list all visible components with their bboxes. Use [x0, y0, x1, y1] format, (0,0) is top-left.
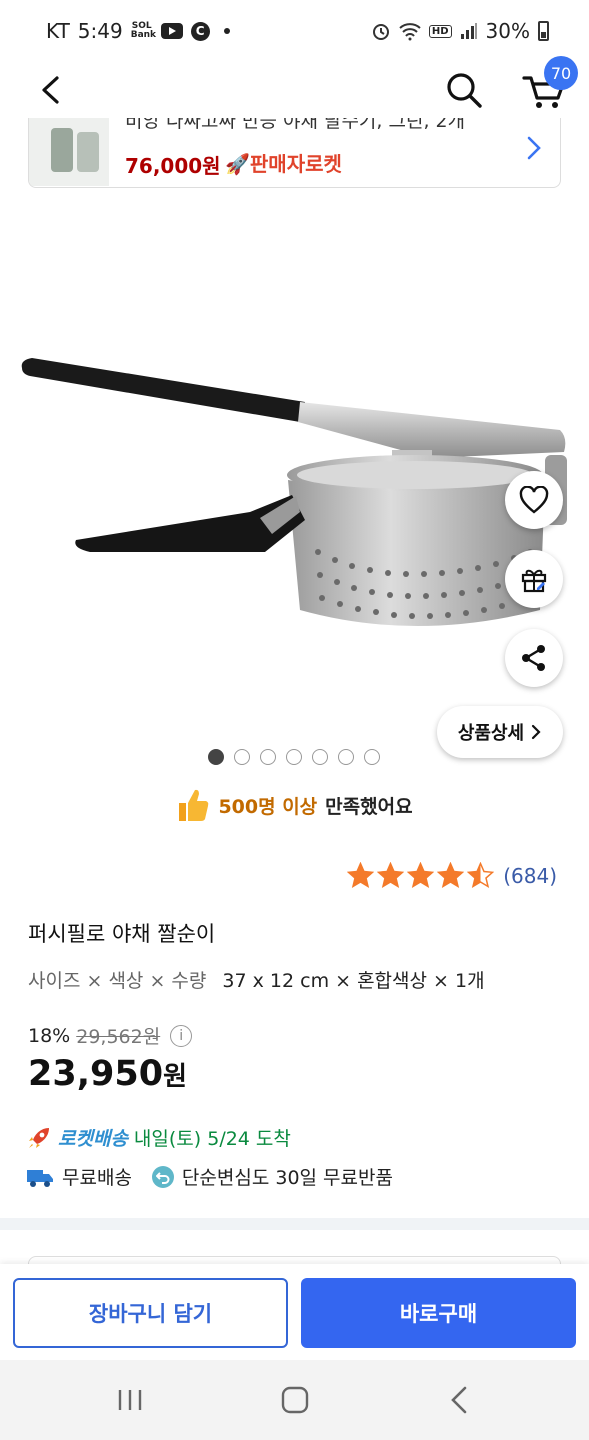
recommended-product-banner[interactable]: 비앙 다싸고싸 만능 야채 탈수기, 그린, 2개 76,000원 🚀판매자로켓 — [28, 118, 561, 188]
c-app-icon: C — [190, 21, 210, 41]
shipping-return-row: 무료배송 단순변심도 30일 무료반품 — [26, 1163, 393, 1190]
signal-icon — [460, 23, 477, 39]
wifi-icon — [399, 23, 421, 41]
product-title: 퍼시필로 야채 짤순이 — [28, 922, 216, 946]
gift-button[interactable] — [505, 550, 563, 608]
rocket-delivery-label: 로켓배송 — [58, 1128, 128, 1150]
free-shipping-label: 무료배송 — [62, 1167, 132, 1189]
section-divider — [0, 1218, 589, 1230]
option-label: 사이즈 × 색상 × 수량 — [28, 970, 207, 992]
product-detail-label: 상품상세 — [457, 723, 525, 744]
star-icon — [407, 862, 435, 889]
rating-summary[interactable]: (684) — [347, 862, 557, 889]
carousel-dot[interactable] — [364, 749, 380, 765]
sale-price-number: 23,950 — [28, 1054, 164, 1094]
sale-price-unit: 원 — [163, 1062, 187, 1092]
info-icon[interactable]: i — [170, 1024, 193, 1047]
image-carousel-indicator — [208, 749, 380, 765]
status-bar-left: KT 5:49 SOL Bank C — [46, 19, 230, 43]
back-arrow-icon[interactable] — [30, 68, 74, 112]
heart-icon — [519, 486, 549, 514]
seller-rocket-badge: 🚀판매자로켓 — [225, 152, 342, 176]
rocket-delivery-row: 로켓배송 내일(토) 5/24 도착 — [26, 1124, 291, 1151]
sol-bank-icon: SOL Bank — [130, 21, 157, 40]
top-nav — [0, 62, 589, 118]
system-back-icon[interactable] — [440, 1382, 480, 1418]
carousel-dot[interactable] — [338, 749, 354, 765]
original-price: 29,562원 — [76, 1026, 161, 1048]
discount-row: 18% 29,562원 i — [28, 1022, 193, 1049]
system-navigation-bar — [0, 1360, 589, 1440]
banner-thumbnail — [29, 118, 109, 186]
carousel-dot[interactable] — [312, 749, 328, 765]
home-icon[interactable] — [275, 1382, 315, 1418]
discount-rate: 18% — [28, 1024, 71, 1047]
add-to-cart-button[interactable]: 장바구니 담기 — [13, 1278, 288, 1348]
review-count[interactable]: (684) — [503, 864, 557, 888]
purchase-action-bar: 장바구니 담기 바로구매 — [0, 1264, 589, 1360]
chevron-right-icon — [532, 724, 541, 740]
star-rating — [347, 862, 495, 889]
carousel-dot[interactable] — [208, 749, 224, 765]
battery-icon — [538, 21, 549, 41]
star-icon — [437, 862, 465, 889]
free-return-label: 단순변심도 30일 무료반품 — [181, 1167, 393, 1189]
status-bar: KT 5:49 SOL Bank C HD 30% — [0, 0, 589, 62]
satisfaction-banner: 500명 이상 만족했어요 — [0, 787, 589, 823]
carrier-label: KT — [46, 19, 70, 43]
truck-icon — [27, 1169, 53, 1187]
banner-price: 76,000원 — [125, 154, 221, 178]
carousel-dot[interactable] — [260, 749, 276, 765]
option-summary[interactable]: 사이즈 × 색상 × 수량 37 x 12 cm × 혼합색상 × 1개 — [28, 966, 485, 993]
satisfaction-text: 만족했어요 — [325, 795, 413, 818]
chevron-right-icon[interactable] — [522, 132, 546, 164]
star-icon — [377, 862, 405, 889]
battery-percent: 30% — [485, 19, 530, 43]
status-bar-right: HD 30% — [371, 19, 549, 43]
carousel-dot[interactable] — [286, 749, 302, 765]
rocket-icon — [29, 1127, 49, 1148]
youtube-icon — [160, 23, 183, 39]
star-icon — [347, 862, 375, 889]
return-icon — [151, 1165, 174, 1188]
clock: 5:49 — [77, 19, 123, 43]
hd-voice-icon: HD — [428, 24, 452, 38]
thumbs-up-icon — [179, 789, 209, 821]
recent-apps-icon[interactable] — [110, 1382, 150, 1418]
product-image[interactable] — [0, 290, 589, 670]
sale-price: 23,950원 — [28, 1054, 187, 1094]
search-icon[interactable] — [440, 66, 488, 114]
share-button[interactable] — [505, 629, 563, 687]
carousel-dot[interactable] — [234, 749, 250, 765]
satisfaction-count: 500명 이상 — [218, 795, 318, 818]
share-icon — [522, 645, 545, 671]
product-detail-button[interactable]: 상품상세 — [437, 706, 563, 758]
option-value: 37 x 12 cm × 혼합색상 × 1개 — [222, 970, 485, 992]
arrival-date: 내일(토) 5/24 도착 — [133, 1128, 291, 1150]
gift-icon — [521, 569, 547, 593]
star-icon — [467, 862, 495, 889]
banner-product-title: 비앙 다싸고싸 만능 야채 탈수기, 그린, 2개 — [125, 118, 466, 132]
notification-dot-icon — [223, 28, 230, 34]
buy-now-button[interactable]: 바로구매 — [301, 1278, 576, 1348]
alarm-icon — [372, 24, 389, 40]
cart-count-badge: 70 — [544, 56, 578, 90]
wishlist-button[interactable] — [505, 471, 563, 529]
